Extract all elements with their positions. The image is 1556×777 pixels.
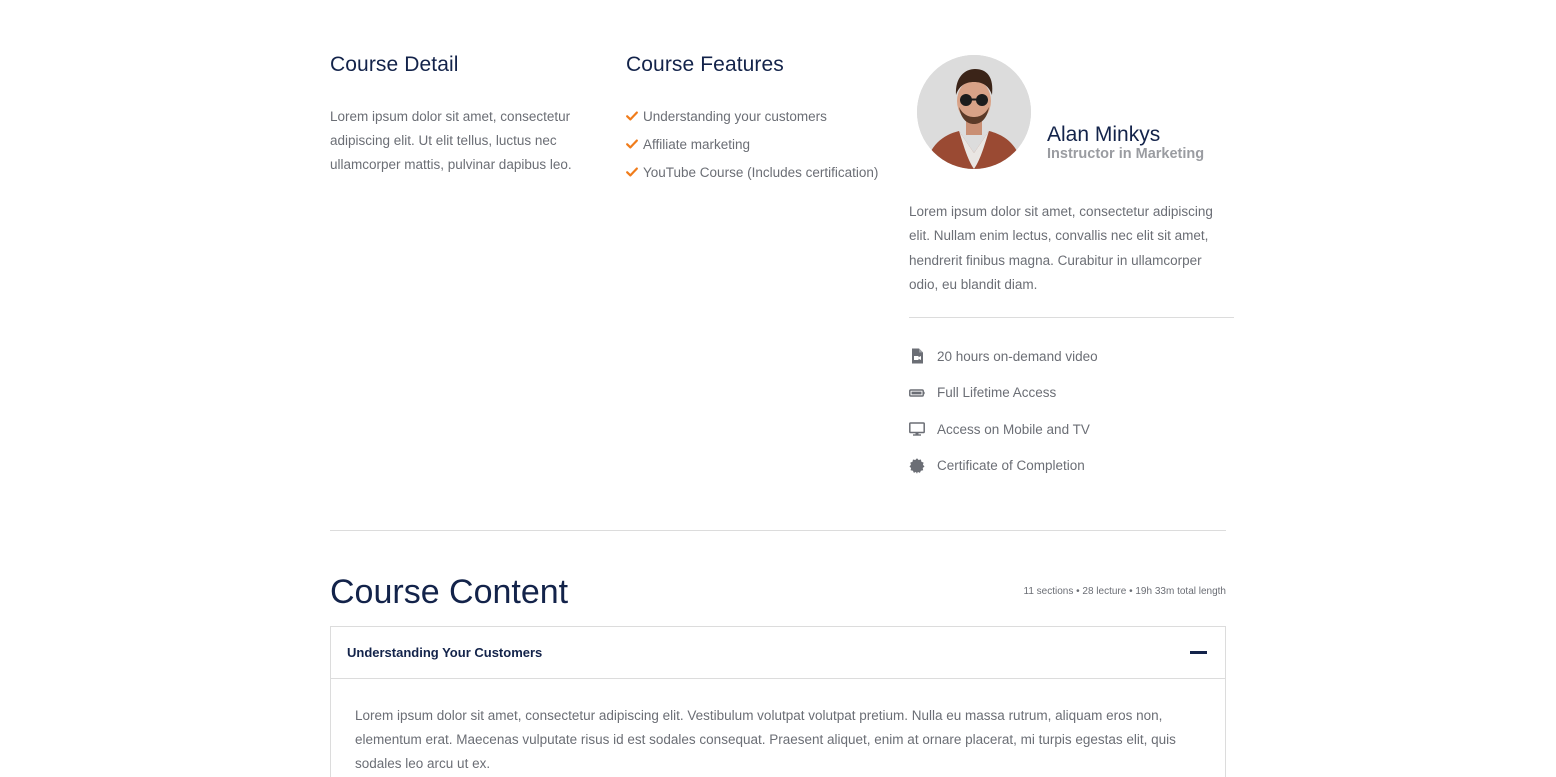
course-page: Course Detail Lorem ipsum dolor sit amet… [0,0,1556,777]
avatar [917,55,1031,169]
includes-item-label: Full Lifetime Access [937,385,1057,401]
instructor-name: Alan Minkys [1047,123,1161,146]
course-features-section: Course Features Understanding your custo… [626,52,896,186]
course-includes-list: 20 hours on-demand video Full Lifetime A… [909,338,1234,484]
avatar-portrait-icon [917,55,1031,169]
feature-item: Affiliate marketing [626,130,896,158]
section-divider [330,530,1226,531]
feature-list: Understanding your customers Affiliate m… [626,102,896,186]
monitor-icon [909,422,925,437]
course-content-meta: 11 sections • 28 lecture • 19h 33m total… [1023,586,1227,597]
divider [909,317,1234,319]
course-content-accordion: Understanding Your Customers Lorem ipsum… [330,626,1226,777]
course-detail-text: Lorem ipsum dolor sit amet, consectetur … [330,109,572,172]
feature-item-label: Understanding your customers [643,108,827,124]
accordion-body: Lorem ipsum dolor sit amet, consectetur … [355,708,1176,771]
video-file-icon [912,348,923,364]
instructor-role: Instructor in Marketing [1047,146,1205,162]
includes-item-label: Certificate of Completion [937,458,1085,474]
feature-item-label: Affiliate marketing [643,136,751,152]
includes-item-label: Access on Mobile and TV [937,421,1090,437]
accordion-title: Understanding Your Customers [347,645,543,660]
includes-item-label: 20 hours on-demand video [937,348,1098,364]
check-icon [626,139,638,149]
check-icon [626,111,638,121]
course-content-title: Course Content [330,573,569,611]
battery-icon [909,389,925,397]
feature-item: Understanding your customers [626,102,896,130]
instructor-bio: Lorem ipsum dolor sit amet, consectetur … [909,204,1213,292]
instructor-card: Alan Minkys Instructor in Marketing Lore… [909,52,1234,484]
includes-item: Certificate of Completion [909,448,1234,485]
check-icon [626,167,638,177]
includes-item: 20 hours on-demand video [909,338,1234,375]
certificate-icon [909,458,925,474]
accordion-header-understanding-your-customers[interactable]: Understanding Your Customers [331,627,1225,679]
includes-item: Full Lifetime Access [909,375,1234,412]
feature-item: YouTube Course (Includes certification) [626,158,896,186]
includes-item: Access on Mobile and TV [909,411,1234,448]
collapse-minus-icon[interactable] [1190,651,1207,654]
course-features-heading: Course Features [626,53,784,76]
course-detail-section: Course Detail Lorem ipsum dolor sit amet… [330,52,590,177]
instructor-header: Alan Minkys Instructor in Marketing [909,52,1234,170]
feature-item-label: YouTube Course (Includes certification) [643,164,879,180]
course-detail-heading: Course Detail [330,53,459,76]
